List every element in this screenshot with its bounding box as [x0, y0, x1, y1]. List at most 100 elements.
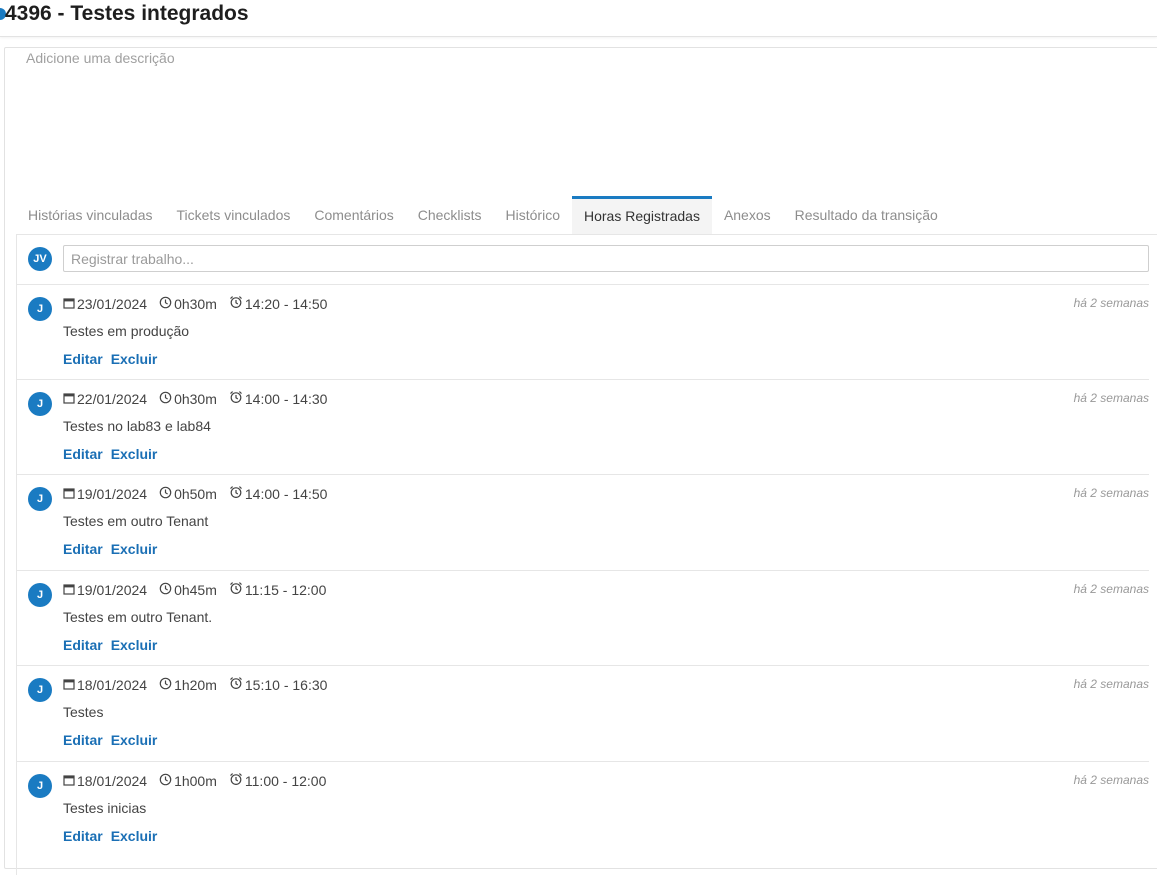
entry-meta: 18/01/2024 1h20m 15:10 - 16:30 [63, 676, 327, 693]
entry-relative-time: há 2 semanas [1073, 391, 1149, 405]
entry-meta: 23/01/2024 0h30m 14:20 - 14:50 [63, 295, 327, 312]
tab-transition-result[interactable]: Resultado da transição [783, 196, 950, 234]
edit-link[interactable]: Editar [63, 732, 103, 748]
user-avatar: J [28, 774, 52, 798]
entry-date: 22/01/2024 [77, 390, 148, 407]
calendar-icon [63, 582, 77, 598]
entry-time-range: 15:10 - 16:30 [244, 676, 328, 693]
worklog-entry: J 18/01/2024 1h00m 11:00 - 12:00 há 2 semana… [17, 761, 1149, 857]
entry-duration: 1h00m [174, 772, 217, 789]
calendar-icon [63, 486, 77, 502]
entry-date: 18/01/2024 [77, 676, 148, 693]
tab-history[interactable]: Histórico [494, 196, 572, 234]
edit-link[interactable]: Editar [63, 446, 103, 462]
clock-icon [159, 677, 174, 693]
tab-linked-stories[interactable]: Histórias vinculadas [16, 196, 165, 234]
alarm-clock-icon [229, 676, 245, 693]
entry-date: 19/01/2024 [77, 581, 148, 598]
entry-actions: Editar Excluir [63, 446, 165, 462]
entry-duration: 1h20m [174, 676, 217, 693]
delete-link[interactable]: Excluir [111, 637, 158, 653]
entry-description: Testes no lab83 e lab84 [63, 418, 211, 434]
entry-actions: Editar Excluir [63, 351, 165, 367]
entry-description: Testes em outro Tenant [63, 513, 209, 529]
alarm-clock-icon [229, 772, 245, 789]
entry-relative-time: há 2 semanas [1073, 486, 1149, 500]
tab-bar: Histórias vinculadas Tickets vinculados … [16, 196, 950, 234]
entry-date: 23/01/2024 [77, 295, 148, 312]
delete-link[interactable]: Excluir [111, 732, 158, 748]
entry-relative-time: há 2 semanas [1073, 677, 1149, 691]
clock-icon [159, 773, 174, 789]
entry-description: Testes inicias [63, 800, 147, 816]
worklog-panel: JV J 23/01/2024 0h30m 14:20 - 14:50 há 2 sem… [16, 234, 1157, 875]
log-work-input[interactable] [63, 245, 1149, 272]
clock-icon [159, 582, 174, 598]
entry-meta: 18/01/2024 1h00m 11:00 - 12:00 [63, 772, 326, 789]
delete-link[interactable]: Excluir [111, 351, 158, 367]
entry-time-range: 11:15 - 12:00 [244, 581, 327, 598]
worklog-entry: J 18/01/2024 1h20m 15:10 - 16:30 há 2 semana… [17, 665, 1149, 761]
entry-meta: 19/01/2024 0h45m 11:15 - 12:00 [63, 581, 326, 598]
tab-linked-tickets[interactable]: Tickets vinculados [165, 196, 303, 234]
entry-meta: 19/01/2024 0h50m 14:00 - 14:50 [63, 485, 327, 502]
entry-actions: Editar Excluir [63, 637, 165, 653]
entry-description: Testes em outro Tenant. [63, 609, 213, 625]
entry-duration: 0h45m [174, 581, 217, 598]
current-user-avatar: JV [28, 247, 52, 271]
worklog-entry: J 19/01/2024 0h45m 11:15 - 12:00 há 2 semana… [17, 570, 1149, 666]
clock-icon [159, 391, 174, 407]
entry-date: 18/01/2024 [77, 772, 148, 789]
user-avatar: J [28, 392, 52, 416]
calendar-icon [63, 773, 77, 789]
issue-card: Adicione uma descrição Histórias vincula… [4, 47, 1157, 875]
delete-link[interactable]: Excluir [111, 446, 158, 462]
calendar-icon [63, 391, 77, 407]
tab-logged-hours[interactable]: Horas Registradas [572, 196, 712, 234]
entry-meta: 22/01/2024 0h30m 14:00 - 14:30 [63, 390, 327, 407]
tab-checklists[interactable]: Checklists [406, 196, 494, 234]
entry-time-range: 11:00 - 12:00 [244, 772, 327, 789]
entry-actions: Editar Excluir [63, 732, 165, 748]
edit-link[interactable]: Editar [63, 541, 103, 557]
alarm-clock-icon [229, 581, 245, 598]
entry-actions: Editar Excluir [63, 828, 165, 844]
tab-attachments[interactable]: Anexos [712, 196, 783, 234]
tab-comments[interactable]: Comentários [302, 196, 405, 234]
entry-duration: 0h30m [174, 390, 217, 407]
worklog-entry: J 22/01/2024 0h30m 14:00 - 14:30 há 2 semana… [17, 379, 1149, 475]
alarm-clock-icon [229, 390, 245, 407]
delete-link[interactable]: Excluir [111, 541, 158, 557]
entry-relative-time: há 2 semanas [1073, 773, 1149, 787]
delete-link[interactable]: Excluir [111, 828, 158, 844]
entry-date: 19/01/2024 [77, 485, 148, 502]
entry-relative-time: há 2 semanas [1073, 582, 1149, 596]
entry-description: Testes em produção [63, 323, 190, 339]
calendar-icon [63, 677, 77, 693]
entry-time-range: 14:20 - 14:50 [244, 295, 328, 312]
user-avatar: J [28, 487, 52, 511]
user-avatar: J [28, 297, 52, 321]
entry-actions: Editar Excluir [63, 541, 165, 557]
user-avatar: J [28, 583, 52, 607]
alarm-clock-icon [229, 295, 245, 312]
alarm-clock-icon [229, 485, 245, 502]
entry-time-range: 14:00 - 14:50 [244, 485, 328, 502]
description-field[interactable]: Adicione uma descrição [26, 50, 175, 66]
worklog-entry: J 23/01/2024 0h30m 14:20 - 14:50 há 2 semana… [17, 284, 1149, 380]
user-avatar: J [28, 678, 52, 702]
clock-icon [159, 296, 174, 312]
entry-time-range: 14:00 - 14:30 [244, 390, 328, 407]
entry-relative-time: há 2 semanas [1073, 296, 1149, 310]
edit-link[interactable]: Editar [63, 828, 103, 844]
entry-description: Testes [63, 704, 104, 720]
clock-icon [159, 486, 174, 502]
title-bar: 4396 - Testes integrados [0, 0, 1157, 37]
page-title: 4396 - Testes integrados [5, 2, 249, 25]
entry-duration: 0h30m [174, 295, 217, 312]
calendar-icon [63, 296, 77, 312]
worklog-entry: J 19/01/2024 0h50m 14:00 - 14:50 há 2 semana… [17, 474, 1149, 570]
edit-link[interactable]: Editar [63, 351, 103, 367]
edit-link[interactable]: Editar [63, 637, 103, 653]
entry-duration: 0h50m [174, 485, 217, 502]
